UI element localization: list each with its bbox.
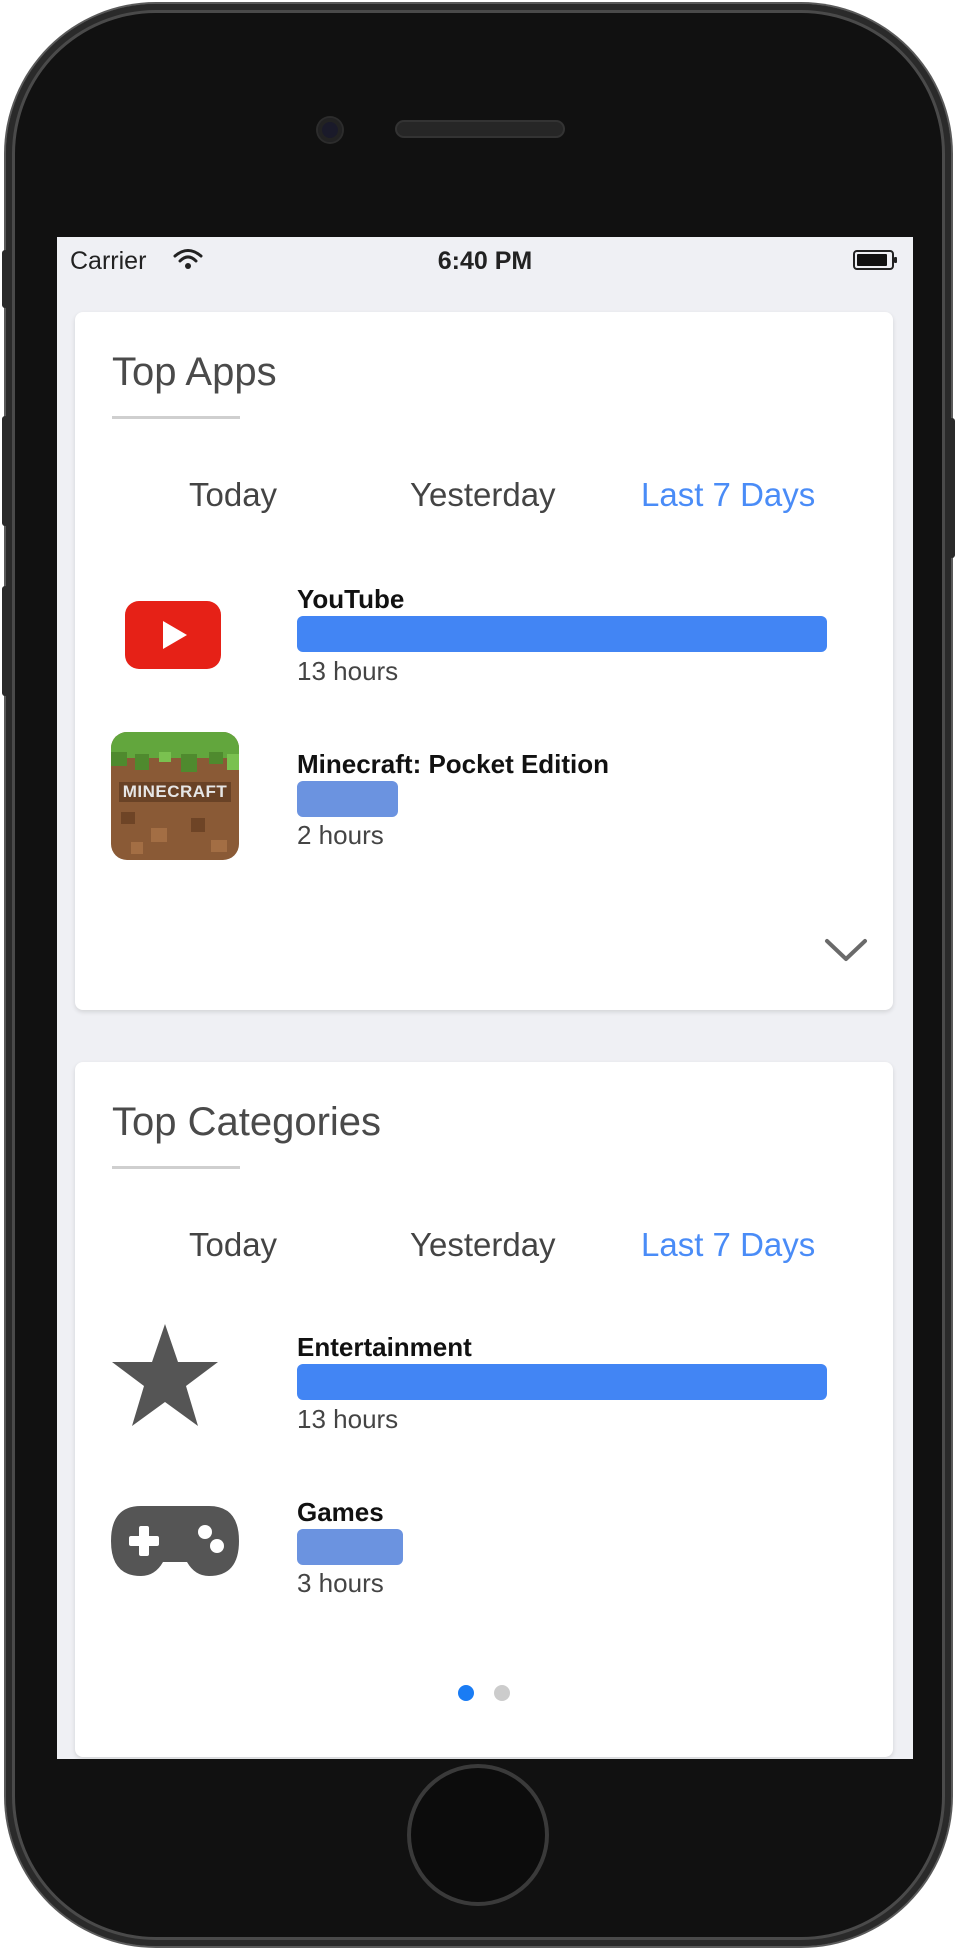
chevron-down-icon[interactable]	[823, 936, 869, 964]
front-camera	[318, 118, 342, 142]
screen: Carrier 6:40 PM Top Apps Today Yesterday…	[57, 237, 913, 1759]
tab-yesterday[interactable]: Yesterday	[410, 476, 556, 514]
tab-today[interactable]: Today	[189, 476, 277, 514]
usage-time: 3 hours	[297, 1568, 384, 1598]
card-title: Top Categories	[112, 1100, 382, 1144]
home-button[interactable]	[407, 1764, 549, 1906]
usage-bar	[297, 1364, 827, 1400]
status-time: 6:40 PM	[437, 247, 533, 275]
tab-last-7-days[interactable]: Last 7 Days	[641, 1226, 815, 1264]
title-underline	[112, 416, 240, 419]
category-name: Games	[297, 1497, 384, 1527]
usage-bar	[297, 781, 398, 817]
power-button	[949, 418, 955, 558]
app-name: YouTube	[297, 584, 405, 614]
volume-up-button	[2, 416, 8, 526]
mute-switch	[2, 250, 8, 308]
usage-time: 13 hours	[297, 656, 399, 686]
battery-icon	[853, 250, 897, 270]
usage-bar	[297, 616, 827, 652]
usage-bar	[297, 1529, 403, 1565]
phone-frame: Carrier 6:40 PM Top Apps Today Yesterday…	[0, 0, 957, 1950]
volume-down-button	[2, 586, 8, 696]
top-apps-card: Top Apps Today Yesterday Last 7 Days You…	[75, 312, 893, 1010]
card-title: Top Apps	[112, 350, 277, 394]
title-underline	[112, 1166, 240, 1169]
svg-text:MINECRAFT: MINECRAFT	[123, 782, 228, 801]
star-icon	[112, 1324, 218, 1426]
tab-last-7-days[interactable]: Last 7 Days	[641, 476, 815, 514]
gamepad-icon	[111, 1506, 239, 1576]
usage-time: 13 hours	[297, 1404, 399, 1434]
page-dot[interactable]	[494, 1685, 511, 1701]
page-dot[interactable]	[457, 1685, 474, 1701]
minecraft-icon: MINECRAFT	[111, 732, 239, 860]
tab-yesterday[interactable]: Yesterday	[410, 1226, 556, 1264]
status-bar: Carrier 6:40 PM	[57, 237, 913, 287]
app-name: Minecraft: Pocket Edition	[297, 749, 610, 779]
usage-time: 2 hours	[297, 820, 384, 850]
top-categories-card: Top Categories Today Yesterday Last 7 Da…	[75, 1062, 893, 1757]
page-indicator[interactable]	[75, 1685, 893, 1706]
earpiece-speaker	[397, 122, 563, 136]
tab-today[interactable]: Today	[189, 1226, 277, 1264]
category-name: Entertainment	[297, 1332, 472, 1362]
youtube-icon	[125, 601, 221, 669]
